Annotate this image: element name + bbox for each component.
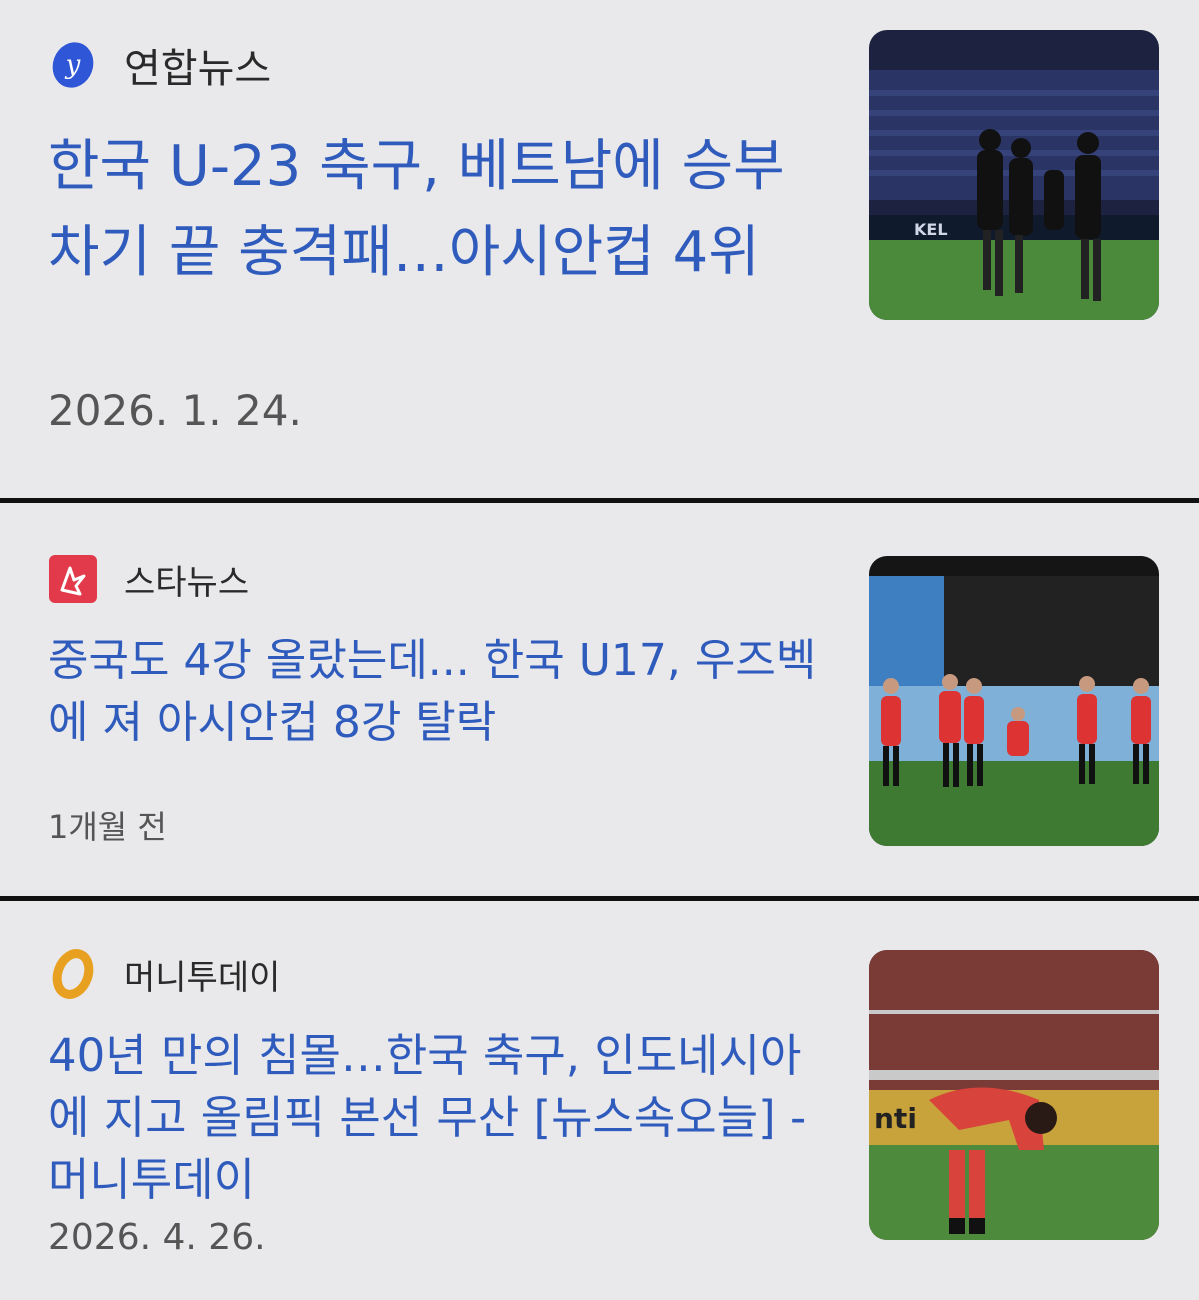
article-headline[interactable]: 40년 만의 침몰…한국 축구, 인도네시아에 지고 올림픽 본선 무산 [뉴스… <box>48 1025 818 1211</box>
article-headline[interactable]: 중국도 4강 올랐는데... 한국 U17, 우즈벡에 져 아시안컵 8강 탈락 <box>48 630 818 754</box>
source-row: 머니투데이 <box>48 949 280 999</box>
article-thumbnail[interactable]: nti <box>869 950 1159 1240</box>
news-card[interactable]: 스타뉴스 중국도 4강 올랐는데... 한국 U17, 우즈벡에 져 아시안컵 … <box>0 506 1199 896</box>
moneytoday-logo-icon <box>48 949 98 999</box>
source-name: 스타뉴스 <box>124 562 250 603</box>
divider <box>0 896 1199 901</box>
svg-text:nti: nti <box>874 1102 917 1135</box>
article-date: 2026. 1. 24. <box>48 386 302 435</box>
source-name: 연합뉴스 <box>124 46 272 92</box>
source-row: 스타뉴스 <box>48 554 249 604</box>
article-thumbnail[interactable]: KEL <box>869 30 1159 320</box>
svg-text:y: y <box>65 50 81 80</box>
source-row: y 연합뉴스 <box>48 36 271 94</box>
divider <box>0 498 1199 503</box>
article-date: 2026. 4. 26. <box>48 1217 266 1258</box>
article-headline[interactable]: 한국 U-23 축구, 베트남에 승부차기 끝 충격패…아시안컵 4위 <box>48 124 818 296</box>
article-thumbnail[interactable] <box>869 556 1159 846</box>
yonhap-logo-icon: y <box>48 40 98 90</box>
news-card[interactable]: 머니투데이 40년 만의 침몰…한국 축구, 인도네시아에 지고 올림픽 본선 … <box>0 903 1199 1300</box>
starnews-logo-icon <box>48 554 98 604</box>
source-name: 머니투데이 <box>124 957 281 998</box>
svg-text:KEL: KEL <box>914 220 948 239</box>
news-card[interactable]: y 연합뉴스 한국 U-23 축구, 베트남에 승부차기 끝 충격패…아시안컵 … <box>0 0 1199 498</box>
article-date: 1개월 전 <box>48 808 167 846</box>
